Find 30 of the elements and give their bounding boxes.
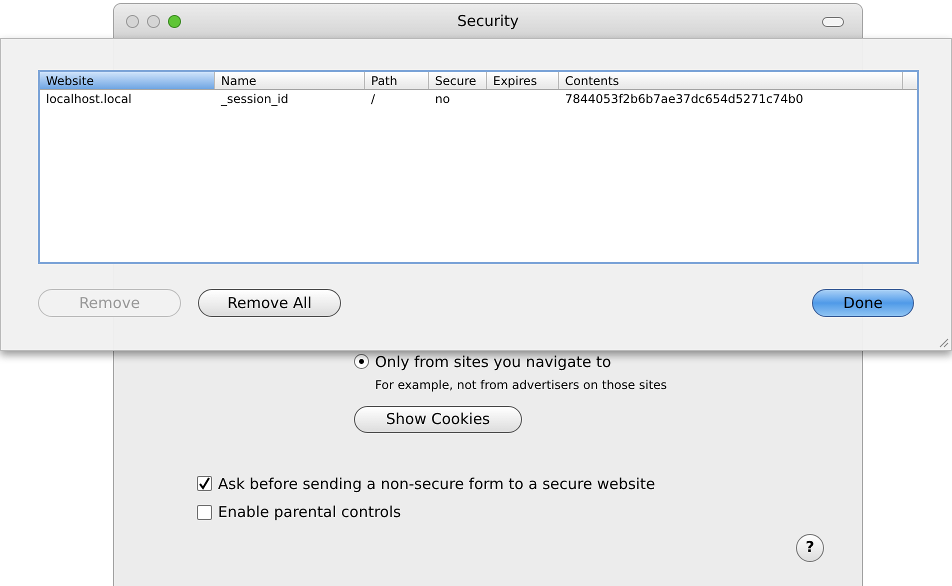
column-header[interactable]: Path [365, 72, 429, 89]
table-cell-text: no [434, 91, 451, 108]
resize-grip-icon[interactable] [937, 336, 949, 348]
column-header[interactable]: Secure [429, 72, 487, 89]
window-title: Security [457, 11, 519, 32]
checkbox-label: Ask before sending a non-secure form to a secure website [218, 474, 656, 494]
zoom-icon[interactable] [168, 15, 181, 28]
minimize-icon[interactable] [147, 15, 160, 28]
column-header[interactable]: Website [40, 72, 215, 89]
table-cell-text: 7844053f2b6b7ae37dc654d5271c74b0 [564, 91, 804, 108]
help-button[interactable]: ? [796, 534, 824, 562]
checkbox[interactable] [197, 476, 212, 492]
header-corner [903, 72, 917, 89]
column-header[interactable]: Contents [559, 72, 903, 89]
show-cookies-button[interactable]: Show Cookies [354, 406, 522, 432]
column-header[interactable]: Name [215, 72, 365, 89]
column-header[interactable]: Expires [487, 72, 559, 89]
sheet-button[interactable]: Remove All [198, 289, 341, 317]
radio-button[interactable] [354, 354, 369, 369]
close-icon[interactable] [126, 15, 139, 28]
table-cell-text: localhost.local [45, 91, 133, 108]
radio-label: Only from sites you navigate to [375, 352, 612, 373]
checkmark-icon [198, 477, 211, 490]
toolbar-toggle-icon[interactable] [822, 16, 844, 26]
table-cell-text: / [370, 91, 376, 108]
checkbox-label: Enable parental controls [218, 502, 401, 523]
table-cell-text: _session_id [220, 91, 290, 108]
done-button[interactable]: Done [812, 289, 914, 317]
checkbox[interactable] [197, 504, 212, 520]
option-note: For example, not from advertisers on those sites [375, 376, 667, 394]
